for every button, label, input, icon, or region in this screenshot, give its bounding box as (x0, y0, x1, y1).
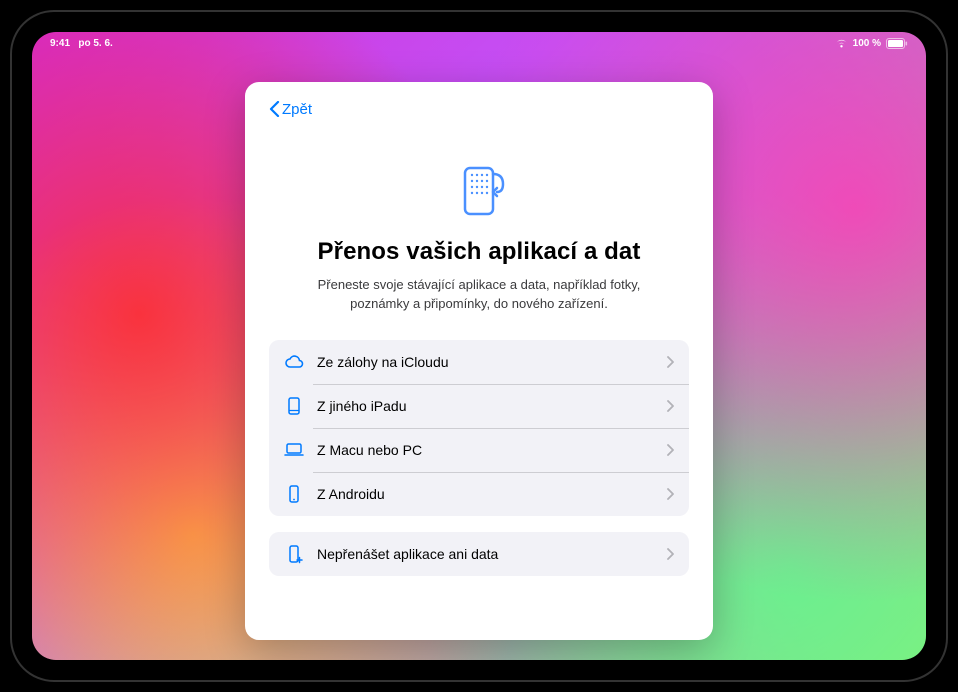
back-button[interactable]: Zpět (269, 98, 312, 120)
battery-icon (886, 38, 908, 49)
chevron-left-icon (269, 101, 280, 117)
status-right: 100 % (835, 38, 908, 49)
ipad-screen: 9:41 po 5. 6. 100 % Zpět (32, 32, 926, 660)
option-label: Z Androidu (317, 486, 667, 502)
option-icloud-backup[interactable]: Ze zálohy na iCloudu (269, 340, 689, 384)
option-label: Nepřenášet aplikace ani data (317, 546, 667, 562)
transfer-hero-icon (443, 156, 515, 228)
status-battery-pct: 100 % (853, 38, 881, 49)
option-label: Z Macu nebo PC (317, 442, 667, 458)
android-icon (283, 483, 305, 505)
no-transfer-group: Nepřenášet aplikace ani data (269, 532, 689, 576)
setup-dialog: Zpět Přenos (245, 82, 713, 640)
option-another-ipad[interactable]: Z jiného iPadu (269, 384, 689, 428)
cloud-icon (283, 351, 305, 373)
chevron-right-icon (667, 400, 675, 412)
status-date: po 5. 6. (78, 38, 112, 49)
wifi-icon (835, 38, 848, 48)
option-label: Ze zálohy na iCloudu (317, 354, 667, 370)
option-label: Z jiného iPadu (317, 398, 667, 414)
option-dont-transfer[interactable]: Nepřenášet aplikace ani data (269, 532, 689, 576)
chevron-right-icon (667, 444, 675, 456)
hero: Přenos vašich aplikací a dat Přeneste sv… (269, 156, 689, 314)
chevron-right-icon (667, 356, 675, 368)
status-bar: 9:41 po 5. 6. 100 % (32, 32, 926, 54)
page-title: Přenos vašich aplikací a dat (269, 238, 689, 266)
chevron-right-icon (667, 548, 675, 560)
chevron-right-icon (667, 488, 675, 500)
phone-plus-icon (283, 543, 305, 565)
option-mac-or-pc[interactable]: Z Macu nebo PC (269, 428, 689, 472)
status-time: 9:41 (50, 38, 70, 49)
page-subtitle: Přeneste svoje stávající aplikace a data… (299, 276, 659, 314)
option-android[interactable]: Z Androidu (269, 472, 689, 516)
status-left: 9:41 po 5. 6. (50, 38, 113, 49)
ipad-icon (283, 395, 305, 417)
laptop-icon (283, 439, 305, 461)
ipad-frame: 9:41 po 5. 6. 100 % Zpět (10, 10, 948, 682)
back-label: Zpět (282, 101, 312, 118)
transfer-options-group: Ze zálohy na iCloudu Z jiného iPadu (269, 340, 689, 516)
